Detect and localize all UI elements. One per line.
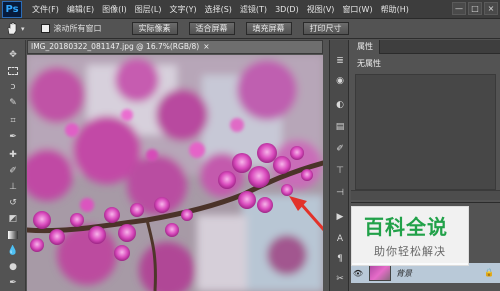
crop-icon[interactable]: ⌗ [5, 114, 21, 128]
options-bar: ▾ 滚动所有窗口 实际像素 适合屏幕 填充屏幕 打印尺寸 [0, 19, 500, 39]
actual-pixels-button[interactable]: 实际像素 [131, 22, 178, 35]
menu-3d[interactable]: 3D(D) [271, 0, 303, 19]
fill-screen-button[interactable]: 填充屏幕 [245, 22, 292, 35]
minimize-button[interactable]: — [452, 2, 466, 15]
menu-image[interactable]: 图像(I) [98, 0, 131, 19]
menu-filter[interactable]: 滤镜(T) [236, 0, 271, 19]
print-size-button[interactable]: 打印尺寸 [302, 22, 349, 35]
brush-presets-icon[interactable]: ✐ [333, 142, 347, 155]
watermark-subtitle: 助你轻松解决 [374, 245, 446, 258]
watermark-logo: 百科全说 助你轻松解决 [351, 206, 469, 266]
properties-header: 属性 [351, 39, 500, 54]
lasso-icon[interactable]: ↄ [5, 80, 21, 94]
properties-title: 无属性 [357, 59, 381, 68]
window-controls: — □ × [452, 2, 498, 15]
watermark-title: 百科全说 [364, 215, 448, 239]
move-icon[interactable]: ✥ [5, 48, 21, 62]
tools-swap-icon[interactable]: ✂ [333, 272, 347, 285]
tab-properties[interactable]: 属性 [351, 39, 380, 54]
layer-row-background[interactable]: 👁 背景 🔒 [351, 263, 500, 283]
history-brush-icon[interactable]: ↺ [5, 196, 21, 210]
scroll-all-windows-label: 滚动所有窗口 [53, 24, 102, 33]
document-tab[interactable]: IMG_20180322_081147.jpg @ 16.7%(RGB/8) × [27, 40, 323, 54]
lock-icon: 🔒 [484, 268, 494, 277]
brush-icon[interactable]: ✐ [5, 164, 21, 178]
menu-layer[interactable]: 图层(L) [131, 0, 166, 19]
marquee-icon[interactable] [5, 64, 21, 78]
chevron-down-icon[interactable]: ▾ [21, 25, 25, 33]
fit-screen-button[interactable]: 适合屏幕 [188, 22, 235, 35]
annotation-arrow-icon [289, 196, 323, 232]
panel-icon-strip: ≣ ◉ ◐ ▤ ✐ ⊤ ⊣ ▶ A ¶ ✂ [329, 40, 349, 291]
layer-name[interactable]: 背景 [396, 268, 412, 279]
adjustments-icon[interactable]: ◐ [333, 98, 347, 111]
maximize-button[interactable]: □ [468, 2, 482, 15]
blur-icon[interactable]: 💧 [5, 244, 21, 258]
dodge-icon[interactable]: ● [5, 260, 21, 274]
menu-window[interactable]: 窗口(W) [338, 0, 376, 19]
stamp-icon[interactable]: ⊥ [5, 180, 21, 194]
paragraph-icon[interactable]: ¶ [333, 252, 347, 265]
menu-file[interactable]: 文件(F) [28, 0, 63, 19]
clone-source-icon[interactable]: ⊤ [333, 164, 347, 177]
close-icon[interactable]: × [203, 42, 209, 51]
menu-select[interactable]: 选择(S) [201, 0, 236, 19]
image-canvas[interactable] [27, 55, 323, 291]
gradient-icon[interactable] [5, 228, 21, 242]
menu-help[interactable]: 帮助(H) [377, 0, 413, 19]
scroll-all-windows-checkbox[interactable] [40, 24, 50, 33]
properties-body [355, 74, 496, 190]
menu-list: 文件(F) 编辑(E) 图像(I) 图层(L) 文字(Y) 选择(S) 滤镜(T… [28, 0, 413, 19]
history-icon[interactable]: ≣ [333, 54, 347, 67]
menu-edit[interactable]: 编辑(E) [63, 0, 98, 19]
color-icon[interactable]: ◉ [333, 74, 347, 87]
pen-icon[interactable]: ✒ [5, 276, 21, 290]
styles-icon[interactable]: ▤ [333, 120, 347, 133]
actions-icon[interactable]: ▶ [333, 210, 347, 223]
tools-panel: ✥ ↄ ✎ ⌗ ✒ ✚ ✐ ⊥ ↺ ◩ 💧 ● ✒ [0, 40, 26, 291]
layer-thumbnail [369, 265, 391, 281]
quick-select-icon[interactable]: ✎ [5, 96, 21, 110]
menu-type[interactable]: 文字(Y) [165, 0, 200, 19]
hand-icon[interactable] [4, 21, 20, 37]
eraser-icon[interactable]: ◩ [5, 212, 21, 226]
character-icon[interactable]: A [333, 232, 347, 245]
document-title: IMG_20180322_081147.jpg @ 16.7%(RGB/8) [31, 42, 200, 51]
properties-footer [351, 190, 500, 200]
menu-view[interactable]: 视图(V) [303, 0, 339, 19]
tool-presets-icon[interactable]: ⊣ [333, 186, 347, 199]
close-button[interactable]: × [484, 2, 498, 15]
menu-bar: Ps 文件(F) 编辑(E) 图像(I) 图层(L) 文字(Y) 选择(S) 滤… [0, 0, 500, 19]
photoshop-logo: Ps [2, 0, 22, 18]
visibility-eye-icon[interactable]: 👁 [351, 269, 365, 278]
healing-icon[interactable]: ✚ [5, 148, 21, 162]
eyedropper-icon[interactable]: ✒ [5, 130, 21, 144]
properties-panel: 属性 无属性 [351, 39, 500, 200]
